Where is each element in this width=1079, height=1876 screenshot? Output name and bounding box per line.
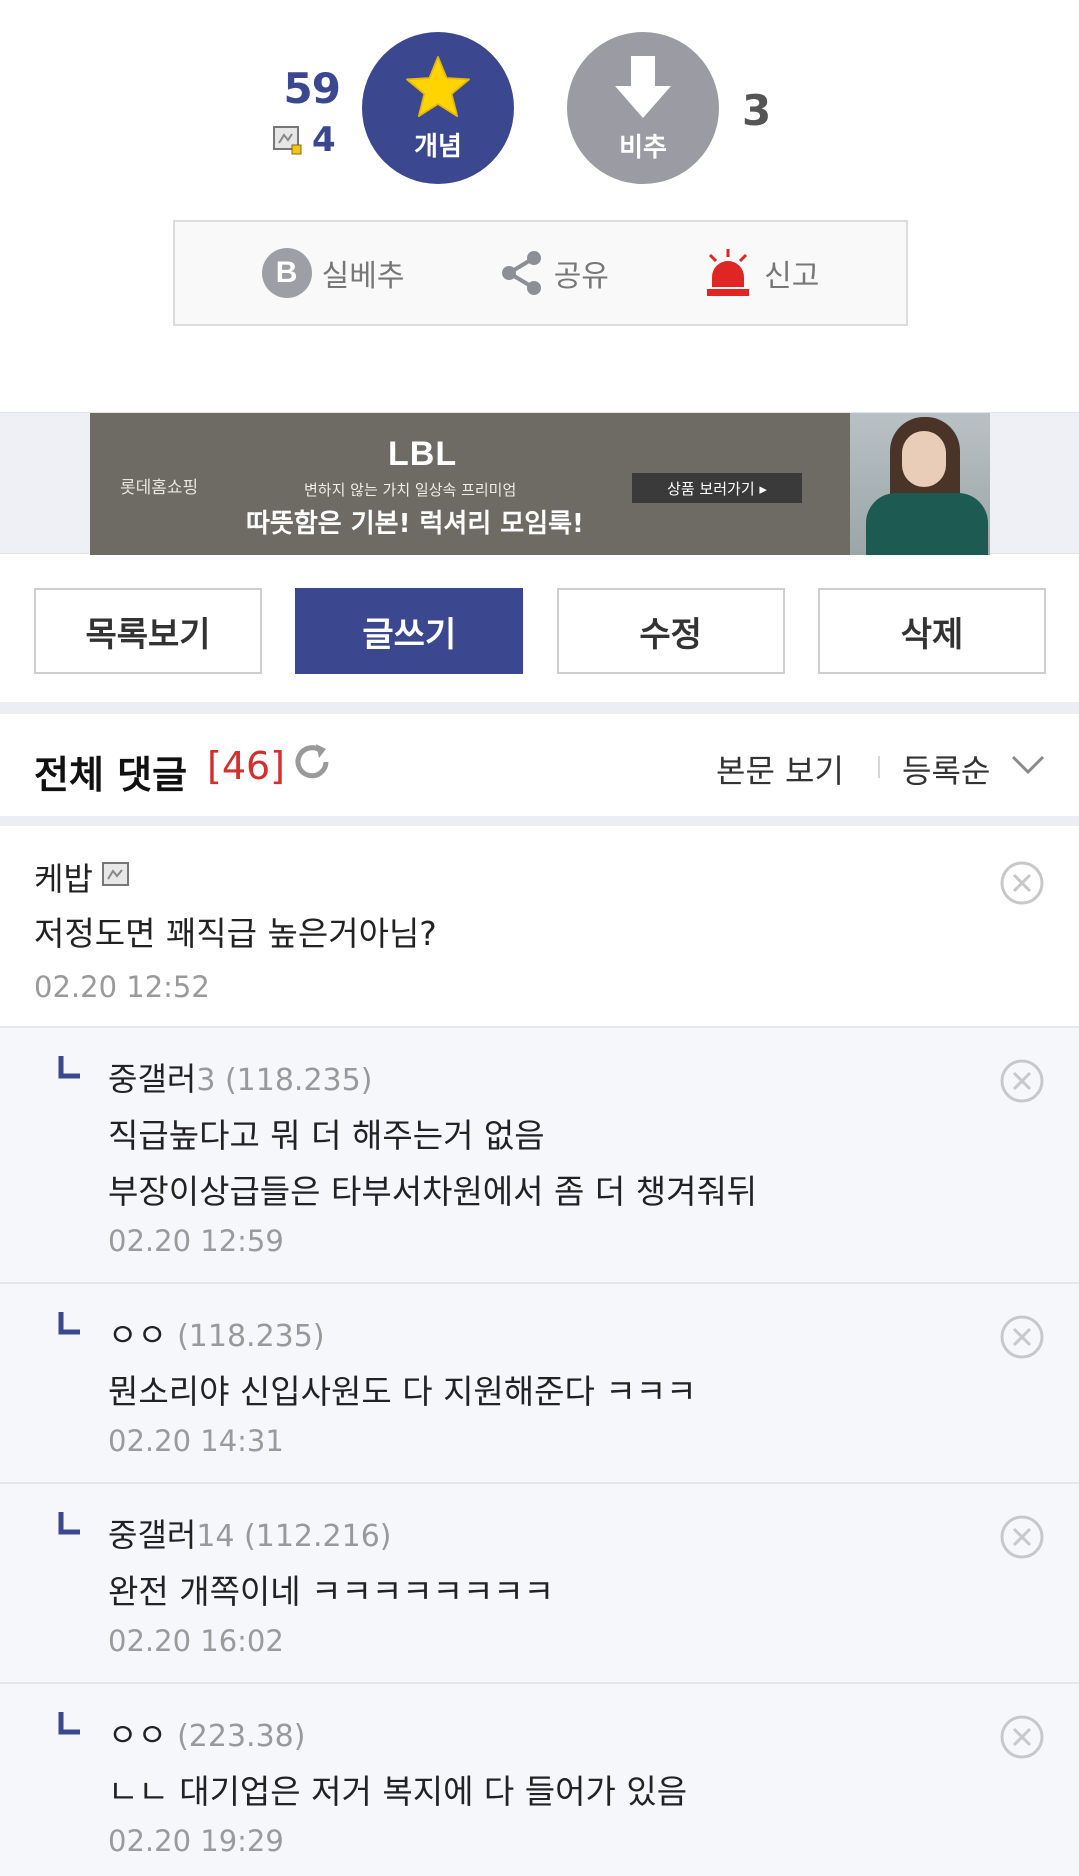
upvote-count: 59 xyxy=(283,64,341,113)
comment-author-name: 케밥 xyxy=(34,860,93,898)
delete-circle-icon[interactable] xyxy=(999,1714,1045,1760)
reply-author: 중갤러14 (112.216) xyxy=(108,1510,392,1556)
reply-text: 뭔소리야 신입사원도 다 지원해준다 ㅋㅋㅋ xyxy=(108,1372,697,1411)
delete-circle-icon[interactable] xyxy=(999,1514,1045,1560)
best-recommend-label: 실베추 xyxy=(321,259,405,294)
reply-item: ㅇㅇ (223.38) ㄴㄴ 대기업은 저거 복지에 다 들어가 있음 02.2… xyxy=(0,1684,1079,1876)
delete-button[interactable]: 삭제 xyxy=(817,588,1046,674)
downvote-label: 비추 xyxy=(619,132,667,163)
sort-dropdown[interactable]: 등록순 xyxy=(902,746,990,792)
star-icon xyxy=(406,55,470,117)
comment-section-title: 전체 댓글 xyxy=(34,753,188,797)
fixed-member-icon xyxy=(273,126,302,155)
fixed-upvote-count: 4 xyxy=(312,120,336,160)
write-button[interactable]: 글쓰기 xyxy=(295,588,524,674)
reply-arrow-icon xyxy=(58,1312,80,1335)
downvote-button[interactable]: 비추 xyxy=(567,32,719,184)
reply-author: 중갤러3 (118.235) xyxy=(108,1054,372,1100)
delete-circle-icon[interactable] xyxy=(999,1314,1045,1360)
upvote-button[interactable]: 개념 xyxy=(362,32,514,184)
reply-item: ㅇㅇ (118.235) 뭔소리야 신입사원도 다 지원해준다 ㅋㅋㅋ 02.2… xyxy=(0,1284,1079,1484)
reply-text: 완전 개쪽이네 ㅋㅋㅋㅋㅋㅋㅋㅋ xyxy=(108,1572,555,1611)
reply-author-name: 중갤러 xyxy=(108,1060,197,1098)
comment-author: 케밥 xyxy=(34,854,131,900)
comment-count: [46] xyxy=(207,744,286,788)
report-button[interactable]: 신고 xyxy=(702,247,819,299)
share-button[interactable]: 공유 xyxy=(498,248,609,298)
downvote-count: 3 xyxy=(742,86,772,135)
chevron-down-icon[interactable] xyxy=(1010,754,1046,776)
comment-header: 전체 댓글 [46] 본문 보기 등록순 xyxy=(0,716,1079,816)
report-label: 신고 xyxy=(764,259,820,294)
refresh-icon[interactable] xyxy=(290,740,334,784)
section-divider xyxy=(0,702,1079,714)
reply-date: 02.20 16:02 xyxy=(108,1624,284,1658)
reply-author: ㅇㅇ (118.235) xyxy=(108,1310,325,1356)
upvote-label: 개념 xyxy=(414,131,462,162)
best-b-icon: B xyxy=(261,248,312,298)
ad-model-face xyxy=(902,431,946,487)
siren-icon xyxy=(707,249,750,296)
ad-brand: 롯데홈쇼핑 xyxy=(120,478,199,498)
ad-subtitle: 변하지 않는 가치 일상속 프리미엄 xyxy=(304,481,517,499)
reply-date: 02.20 19:29 xyxy=(108,1824,284,1858)
delete-circle-icon[interactable] xyxy=(999,860,1045,906)
reply-date: 02.20 12:59 xyxy=(108,1224,284,1258)
reply-date: 02.20 14:31 xyxy=(108,1424,284,1458)
reply-author-meta: 14 (112.216) xyxy=(196,1519,392,1554)
post-action-box: B 실베추 공유 신고 xyxy=(173,220,908,326)
ad-model-outfit xyxy=(866,493,988,555)
fixed-member-icon xyxy=(101,862,129,886)
reply-arrow-icon xyxy=(58,1512,80,1535)
fixed-member-upvotes: 4 xyxy=(272,120,336,160)
comment-header-divider xyxy=(0,816,1079,826)
reply-author-meta: (118.235) xyxy=(177,1319,325,1354)
edit-button[interactable]: 수정 xyxy=(556,588,785,674)
share-icon xyxy=(501,251,541,295)
comment-text: 저정도면 꽤직급 높은거아님? xyxy=(34,914,437,953)
reply-author-name: 중갤러 xyxy=(108,1516,197,1554)
reply-author-meta: (223.38) xyxy=(177,1719,306,1754)
ad-title: 따뜻함은 기본! 럭셔리 모임룩! xyxy=(246,509,584,539)
reply-item: 중갤러14 (112.216) 완전 개쪽이네 ㅋㅋㅋㅋㅋㅋㅋㅋ 02.20 1… xyxy=(0,1484,1079,1684)
ad-strip: 롯데홈쇼핑 LBL 변하지 않는 가치 일상속 프리미엄 따뜻함은 기본! 럭셔… xyxy=(0,412,1079,555)
ad-banner[interactable]: 롯데홈쇼핑 LBL 변하지 않는 가치 일상속 프리미엄 따뜻함은 기본! 럭셔… xyxy=(90,413,990,555)
reply-arrow-icon xyxy=(58,1056,80,1079)
reply-text-line-2: 부장이상급들은 타부서차원에서 좀 더 챙겨줘뒤 xyxy=(108,1172,758,1211)
ad-logo-text: LBL xyxy=(388,435,458,473)
delete-circle-icon[interactable] xyxy=(999,1058,1045,1104)
vote-area: 59 4 개념 비추 3 xyxy=(0,0,1079,200)
list-button[interactable]: 목록보기 xyxy=(34,588,262,674)
share-label: 공유 xyxy=(553,259,609,294)
reply-text: ㄴㄴ 대기업은 저거 복지에 다 들어가 있음 xyxy=(108,1772,688,1811)
reply-author-name: ㅇㅇ xyxy=(108,1716,167,1754)
reply-arrow-icon xyxy=(58,1712,80,1735)
reply-author: ㅇㅇ (223.38) xyxy=(108,1710,305,1756)
reply-text-line-1: 직급높다고 뭐 더 해주는거 없음 xyxy=(108,1116,545,1155)
best-recommend-button[interactable]: B 실베추 xyxy=(261,248,405,298)
comment-item: 케밥 저정도면 꽤직급 높은거아님? 02.20 12:52 xyxy=(0,826,1079,1028)
reply-item: 중갤러3 (118.235) 직급높다고 뭐 더 해주는거 없음 부장이상급들은… xyxy=(0,1028,1079,1284)
reply-author-meta: 3 (118.235) xyxy=(196,1063,373,1098)
reply-author-name: ㅇㅇ xyxy=(108,1316,167,1354)
ad-cta-button[interactable]: 상품 보러가기 ▸ xyxy=(632,473,802,503)
view-post-link[interactable]: 본문 보기 xyxy=(716,746,844,792)
header-separator xyxy=(878,756,880,778)
comment-date: 02.20 12:52 xyxy=(34,970,210,1004)
arrow-down-icon xyxy=(615,55,671,118)
post-button-row: 목록보기 글쓰기 수정 삭제 xyxy=(34,588,1046,674)
